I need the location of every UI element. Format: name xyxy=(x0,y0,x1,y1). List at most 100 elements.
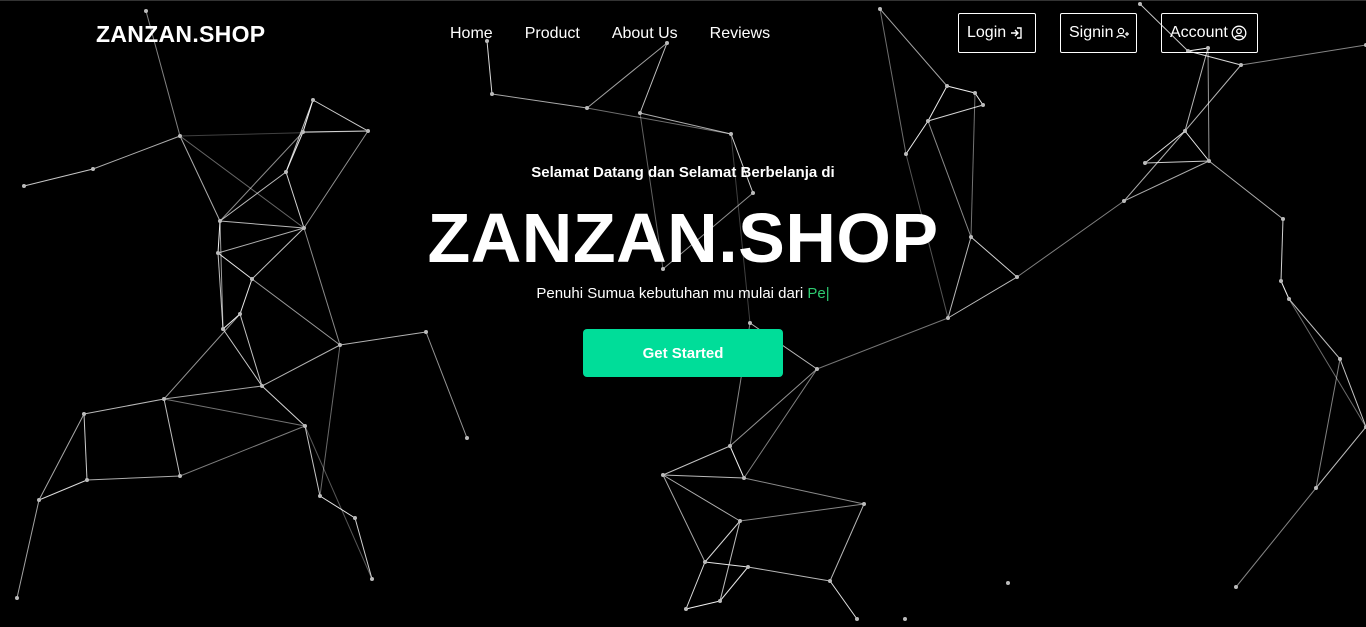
network-node xyxy=(284,170,288,174)
network-node xyxy=(828,579,832,583)
network-link xyxy=(219,220,305,229)
network-link xyxy=(1288,298,1341,360)
login-arrow-icon xyxy=(1009,26,1023,40)
network-node xyxy=(946,316,950,320)
nav-link-product[interactable]: Product xyxy=(525,25,580,43)
network-link xyxy=(339,331,427,346)
network-node xyxy=(729,132,733,136)
network-node xyxy=(318,494,322,498)
network-link xyxy=(163,398,306,427)
network-link xyxy=(92,135,181,170)
page: ZANZAN.SHOP Home Product About Us Review… xyxy=(0,0,1366,627)
network-node xyxy=(1234,585,1238,589)
network-node xyxy=(926,119,930,123)
network-node xyxy=(85,478,89,482)
network-link xyxy=(179,135,221,222)
network-node xyxy=(903,617,907,621)
network-link xyxy=(1339,358,1366,428)
network-link xyxy=(927,85,948,122)
network-link xyxy=(425,331,468,439)
network-node xyxy=(1015,275,1019,279)
network-link xyxy=(38,479,88,501)
network-link xyxy=(217,252,253,280)
network-link xyxy=(905,120,929,155)
network-node xyxy=(221,327,225,331)
network-link xyxy=(304,425,321,497)
network-link xyxy=(729,445,745,479)
network-link xyxy=(179,425,306,477)
login-button[interactable]: Login xyxy=(958,13,1036,53)
network-node xyxy=(748,321,752,325)
nav-link-home[interactable]: Home xyxy=(450,25,493,43)
network-node xyxy=(1122,199,1126,203)
network-node xyxy=(815,367,819,371)
brand-logo[interactable]: ZANZAN.SHOP xyxy=(96,21,265,48)
network-link xyxy=(739,503,865,522)
network-link xyxy=(239,313,263,387)
network-link xyxy=(927,120,972,238)
network-link xyxy=(685,600,721,610)
network-node xyxy=(1143,161,1147,165)
network-link xyxy=(304,425,373,580)
network-link xyxy=(354,517,373,580)
network-link xyxy=(1123,130,1186,202)
network-link xyxy=(970,236,1018,278)
network-link xyxy=(639,112,732,135)
network-node xyxy=(37,498,41,502)
network-link xyxy=(704,561,749,568)
network-node xyxy=(703,560,707,564)
network-link xyxy=(163,398,181,477)
network-node xyxy=(303,424,307,428)
network-link xyxy=(816,317,949,370)
network-node xyxy=(1314,486,1318,490)
network-node xyxy=(82,412,86,416)
network-node xyxy=(973,91,977,95)
network-node xyxy=(904,152,908,156)
network-node xyxy=(1183,129,1187,133)
network-link xyxy=(219,171,287,222)
network-link xyxy=(261,385,306,427)
navbar: ZANZAN.SHOP Home Product About Us Review… xyxy=(0,1,1366,67)
network-link xyxy=(662,474,745,479)
network-link xyxy=(1315,426,1366,489)
nav-link-about-us[interactable]: About Us xyxy=(612,25,678,43)
network-node xyxy=(216,251,220,255)
network-node xyxy=(424,330,428,334)
network-link xyxy=(1280,218,1284,282)
network-link xyxy=(16,499,40,599)
network-link xyxy=(1184,130,1210,162)
network-link xyxy=(970,92,976,238)
nav-link-reviews[interactable]: Reviews xyxy=(710,25,770,43)
network-node xyxy=(22,184,26,188)
network-link xyxy=(239,278,253,315)
network-link xyxy=(251,278,341,346)
network-node xyxy=(661,267,665,271)
network-node xyxy=(366,129,370,133)
network-link xyxy=(1208,160,1284,220)
network-node xyxy=(353,516,357,520)
network-node xyxy=(302,226,306,230)
network-link xyxy=(1144,160,1210,164)
network-link xyxy=(163,313,241,400)
network-node xyxy=(218,219,222,223)
get-started-button[interactable]: Get Started xyxy=(583,329,783,377)
network-node xyxy=(250,277,254,281)
network-link xyxy=(1016,200,1125,278)
network-link xyxy=(302,130,369,133)
network-link xyxy=(83,398,165,415)
network-link xyxy=(905,153,949,319)
network-link xyxy=(222,328,263,387)
account-button[interactable]: Account xyxy=(1161,13,1258,53)
signin-button[interactable]: Signin xyxy=(1060,13,1137,53)
network-link xyxy=(491,93,588,109)
network-node xyxy=(1279,279,1283,283)
network-link xyxy=(747,566,831,582)
network-node xyxy=(1338,357,1342,361)
network-link xyxy=(1123,160,1210,202)
network-node xyxy=(718,599,722,603)
network-node xyxy=(338,343,342,347)
network-node xyxy=(15,596,19,600)
network-node xyxy=(738,519,742,523)
network-node xyxy=(862,502,866,506)
network-node xyxy=(746,565,750,569)
